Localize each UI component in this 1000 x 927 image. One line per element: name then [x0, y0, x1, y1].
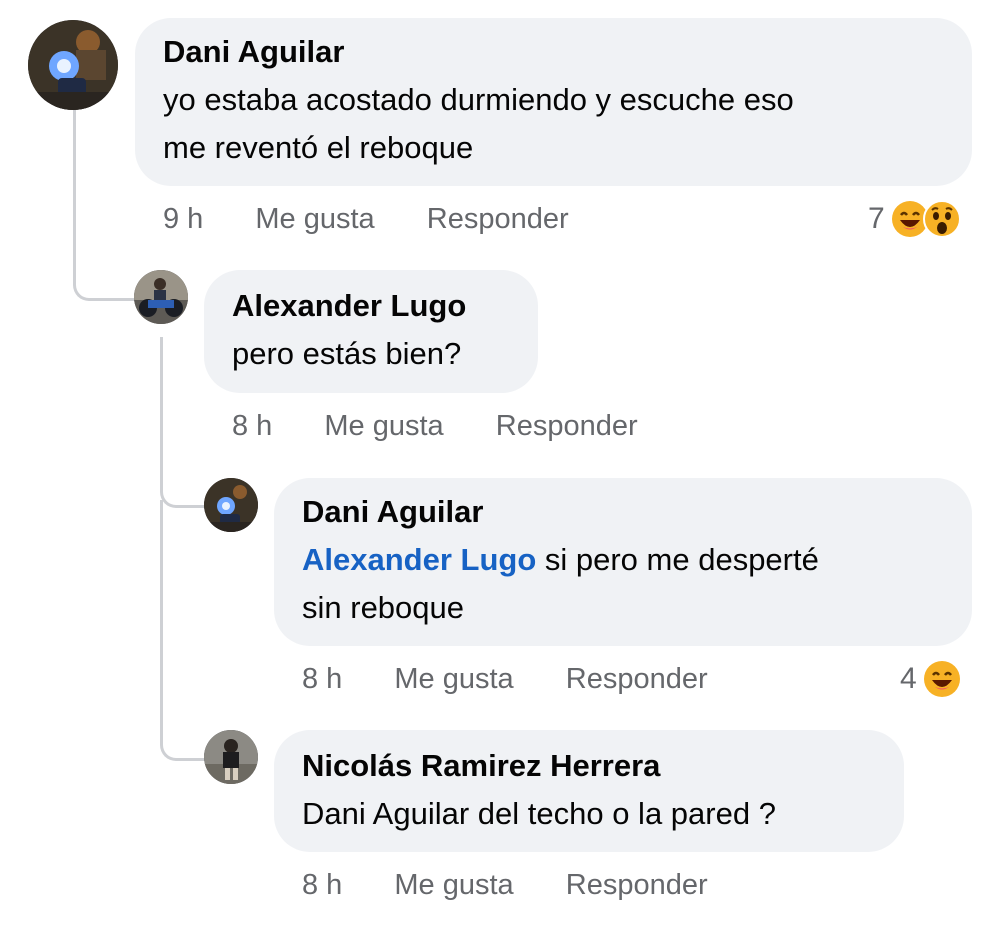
comment-time[interactable]: 8 h [232, 410, 272, 442]
comment-bubble: Nicolás Ramirez Herrera Dani Aguilar del… [274, 730, 904, 852]
reply-button[interactable]: Responder [496, 410, 638, 442]
comment-text-span: si pero me desperté [536, 542, 819, 577]
profile-photo [28, 20, 118, 110]
reaction-summary[interactable]: 7 [868, 200, 961, 238]
comment-meta: 8 h Me gusta Responder [302, 663, 752, 696]
comment-bubble: Alexander Lugo pero estás bien? [204, 270, 538, 393]
avatar[interactable] [134, 270, 188, 324]
like-button[interactable]: Me gusta [394, 663, 513, 695]
mention-link[interactable]: Alexander Lugo [302, 542, 536, 577]
reaction-count: 7 [868, 202, 885, 235]
comment-meta: 9 h Me gusta Responder [163, 203, 613, 236]
comment-text-line: sin reboque [302, 590, 465, 625]
comment-text: yo estaba acostado durmiendo y escuche e… [163, 76, 944, 172]
comment-text-line: me reventó el reboque [163, 130, 474, 165]
avatar[interactable] [28, 20, 118, 110]
reply-button[interactable]: Responder [427, 203, 569, 235]
comment-author[interactable]: Nicolás Ramirez Herrera [302, 748, 876, 784]
comment-text-line: yo estaba acostado durmiendo y escuche e… [163, 82, 794, 117]
comment-time[interactable]: 9 h [163, 203, 203, 235]
like-button[interactable]: Me gusta [255, 203, 374, 235]
thread-line [160, 500, 208, 761]
reply-button[interactable]: Responder [566, 869, 708, 901]
thread-line [160, 337, 208, 508]
laughing-emoji-icon [923, 660, 961, 698]
comment-time[interactable]: 8 h [302, 663, 342, 695]
comment-bubble: Dani Aguilar Alexander Lugo si pero me d… [274, 478, 972, 646]
profile-photo [204, 730, 258, 784]
comment-author[interactable]: Alexander Lugo [232, 288, 510, 324]
reaction-count: 4 [900, 662, 917, 695]
avatar[interactable] [204, 730, 258, 784]
comment-text: Dani Aguilar del techo o la pared ? [302, 796, 776, 831]
profile-photo [204, 478, 258, 532]
comment-time[interactable]: 8 h [302, 869, 342, 901]
comment-text: Alexander Lugo si pero me desperté sin r… [302, 536, 944, 632]
reaction-summary[interactable]: 4 [900, 660, 961, 698]
reply-button[interactable]: Responder [566, 663, 708, 695]
comment-meta: 8 h Me gusta Responder [302, 869, 752, 902]
comment-author[interactable]: Dani Aguilar [302, 494, 944, 530]
comment-bubble: Dani Aguilar yo estaba acostado durmiend… [135, 18, 972, 186]
profile-photo [134, 270, 188, 324]
like-button[interactable]: Me gusta [324, 410, 443, 442]
comment-text-line: Alexander Lugo si pero me desperté [302, 536, 944, 584]
like-button[interactable]: Me gusta [394, 869, 513, 901]
avatar[interactable] [204, 478, 258, 532]
comment-meta: 8 h Me gusta Responder [232, 410, 682, 443]
wow-emoji-icon [922, 200, 961, 238]
comment-author[interactable]: Dani Aguilar [163, 34, 944, 70]
comment-text: pero estás bien? [232, 336, 462, 371]
